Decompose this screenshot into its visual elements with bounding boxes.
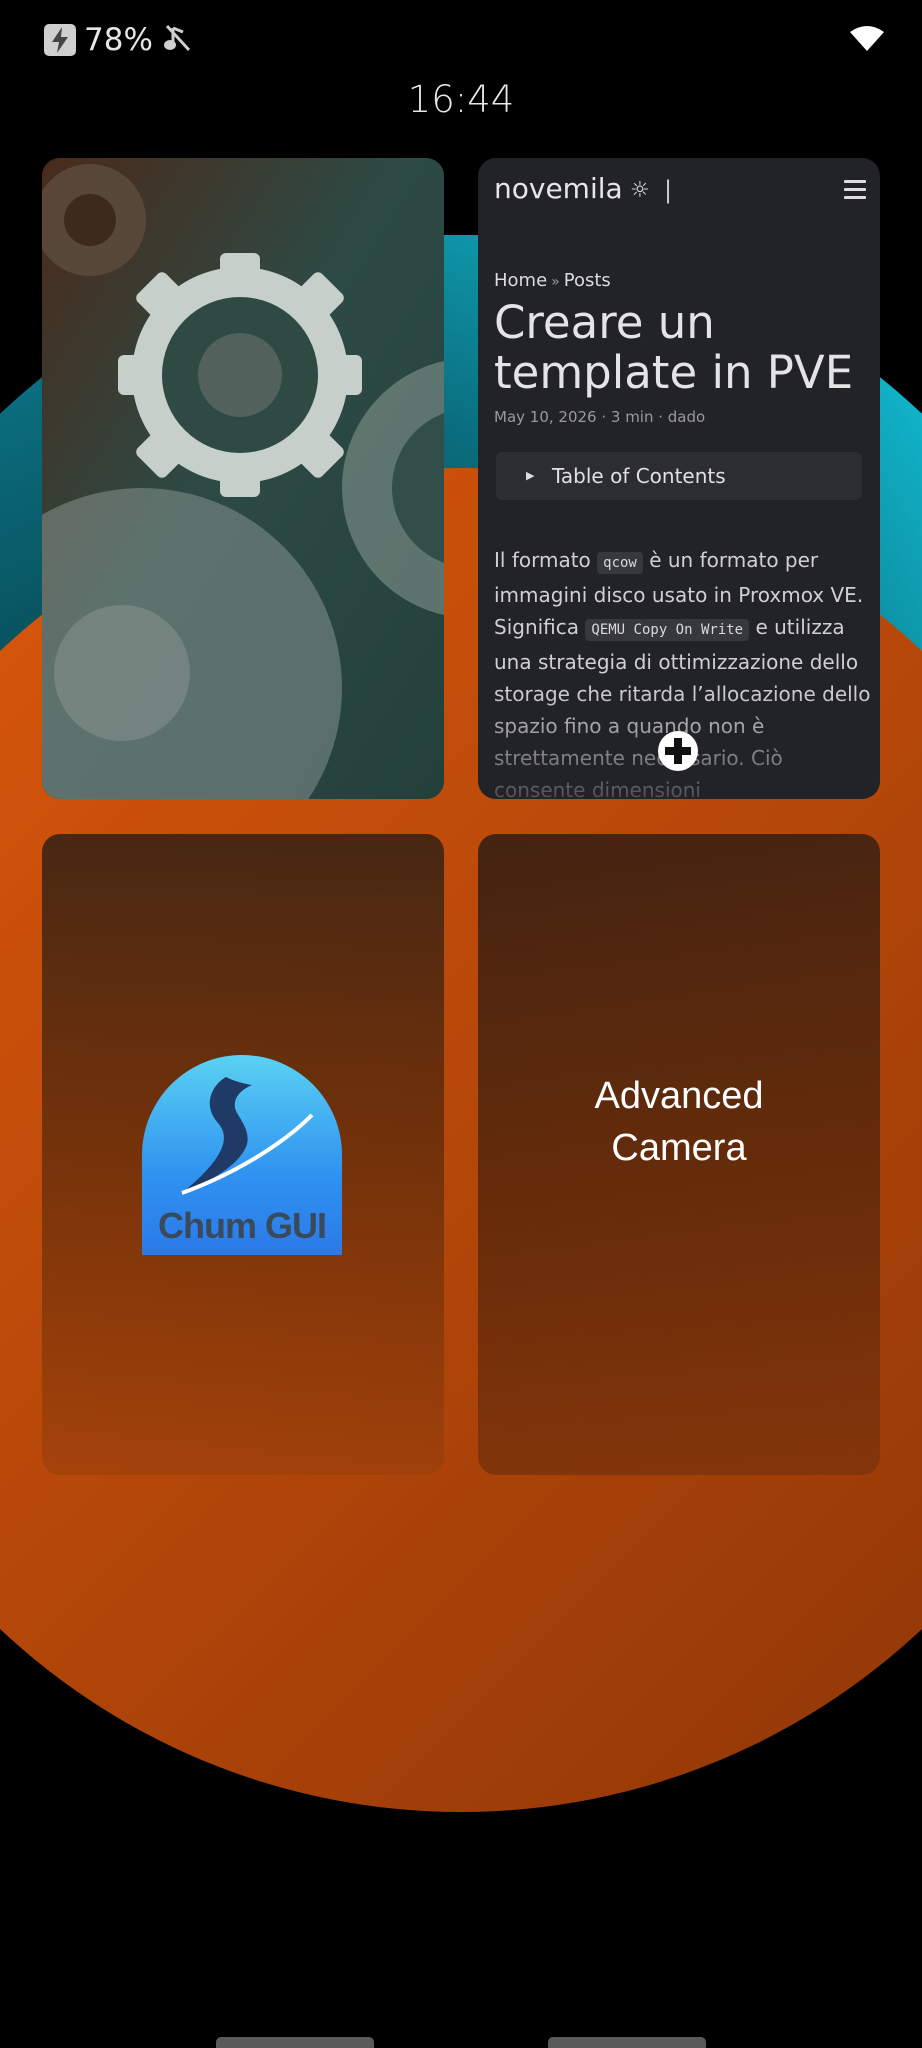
breadcrumb: Home» Posts bbox=[494, 270, 611, 291]
table-of-contents[interactable]: ▶ Table of Contents bbox=[496, 452, 862, 500]
app-card-camera[interactable]: Advanced Camera bbox=[478, 834, 880, 1475]
charging-bolt-icon bbox=[44, 24, 76, 56]
status-left: 78% bbox=[44, 22, 193, 58]
breadcrumb-posts[interactable]: Posts bbox=[564, 270, 611, 291]
app-card-settings[interactable] bbox=[42, 158, 444, 799]
menu-icon[interactable] bbox=[844, 180, 866, 204]
home-handle-right[interactable] bbox=[548, 2037, 706, 2048]
body-text: Il formato bbox=[494, 548, 598, 572]
code-qemu: QEMU Copy On Write bbox=[585, 619, 750, 641]
theme-toggle-icon[interactable]: ☼ bbox=[630, 178, 650, 203]
chum-logo-text: Chum GUI bbox=[158, 1205, 327, 1246]
camera-title: Advanced Camera bbox=[478, 1070, 880, 1174]
home-handle-left[interactable] bbox=[216, 2037, 374, 2048]
post-title: Creare un template in PVE bbox=[494, 296, 854, 399]
site-name[interactable]: novemila bbox=[494, 172, 623, 205]
music-off-icon bbox=[161, 22, 193, 58]
post-meta: May 10, 2026 · 3 min · dado bbox=[494, 408, 706, 426]
toc-label: Table of Contents bbox=[552, 464, 726, 488]
battery-percentage: 78% bbox=[84, 22, 153, 58]
camera-title-line2: Camera bbox=[611, 1127, 747, 1169]
app-card-chum[interactable]: Chum GUI bbox=[42, 834, 444, 1475]
triangle-right-icon: ▶ bbox=[526, 469, 535, 482]
wifi-icon bbox=[850, 26, 884, 56]
status-bar: 78% bbox=[0, 0, 922, 80]
camera-title-line1: Advanced bbox=[594, 1075, 764, 1117]
gears-icon bbox=[42, 158, 444, 799]
plus-icon[interactable] bbox=[657, 730, 699, 772]
clock: 16:44 bbox=[407, 78, 515, 121]
app-card-browser[interactable]: novemila ☼ | Home» Posts Creare un templa… bbox=[478, 158, 880, 799]
code-qcow: qcow bbox=[597, 552, 643, 574]
breadcrumb-home[interactable]: Home bbox=[494, 270, 547, 291]
separator: | bbox=[664, 176, 673, 204]
